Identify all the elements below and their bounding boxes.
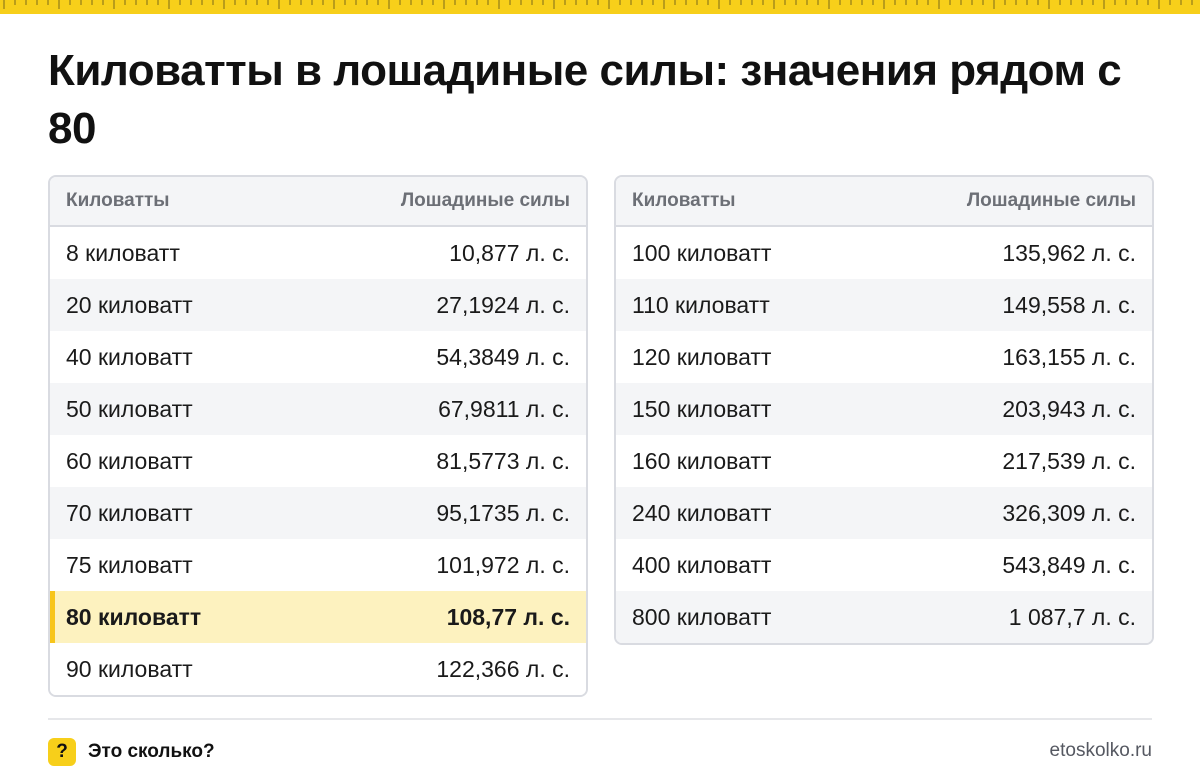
horsepower-cell: 54,3849 л. с. [436, 343, 570, 370]
kilowatt-cell: 40 киловатт [66, 343, 193, 370]
kilowatt-cell: 8 киловатт [66, 239, 180, 266]
horsepower-cell: 217,539 л. с. [1002, 447, 1136, 474]
table-header: Киловатты Лошадиные силы [616, 177, 1152, 227]
table-row: 40 киловатт 54,3849 л. с. [50, 331, 586, 383]
brand-name: Это сколько? [88, 741, 215, 762]
footer-divider [48, 718, 1152, 720]
header-horsepower: Лошадиные силы [966, 190, 1136, 211]
kilowatt-cell: 400 киловатт [632, 551, 772, 578]
conversion-table-right: Киловатты Лошадиные силы 100 киловатт 13… [614, 175, 1154, 645]
kilowatt-cell: 160 киловатт [632, 447, 772, 474]
table-row: 160 киловатт 217,539 л. с. [616, 435, 1152, 487]
site-link[interactable]: etoskolko.ru [1050, 740, 1152, 762]
horsepower-cell: 543,849 л. с. [1002, 551, 1136, 578]
ruler-ticks [3, 0, 1193, 9]
kilowatt-cell: 90 киловатт [66, 655, 193, 682]
horsepower-cell: 81,5773 л. с. [436, 447, 570, 474]
horsepower-cell: 149,558 л. с. [1002, 291, 1136, 318]
table-row: 110 киловатт 149,558 л. с. [616, 279, 1152, 331]
horsepower-cell: 10,877 л. с. [449, 239, 570, 266]
highlighted-row: 80 киловатт 108,77 л. с. [50, 591, 586, 643]
kilowatt-cell: 800 киловатт [632, 603, 772, 630]
header-kilowatts: Киловатты [66, 190, 170, 211]
table-row: 800 киловатт 1 087,7 л. с. [616, 591, 1152, 643]
kilowatt-cell: 70 киловатт [66, 499, 193, 526]
table-body: 100 киловатт 135,962 л. с. 110 киловатт … [616, 227, 1152, 643]
table-header: Киловатты Лошадиные силы [50, 177, 586, 227]
horsepower-cell: 135,962 л. с. [1002, 239, 1136, 266]
table-row: 50 киловатт 67,9811 л. с. [50, 383, 586, 435]
table-row: 75 киловатт 101,972 л. с. [50, 539, 586, 591]
kilowatt-cell: 50 киловатт [66, 395, 193, 422]
kilowatt-cell: 75 киловатт [66, 551, 193, 578]
table-row: 90 киловатт 122,366 л. с. [50, 643, 586, 695]
brand[interactable]: ? Это сколько? [48, 738, 215, 766]
horsepower-cell: 163,155 л. с. [1002, 343, 1136, 370]
kilowatt-cell: 20 киловатт [66, 291, 193, 318]
page-title: Киловатты в лошадиные силы: значения ряд… [48, 46, 1122, 153]
table-row: 8 киловатт 10,877 л. с. [50, 227, 586, 279]
header-kilowatts: Киловатты [632, 190, 736, 211]
table-row: 60 киловатт 81,5773 л. с. [50, 435, 586, 487]
kilowatt-cell: 100 киловатт [632, 239, 772, 266]
table-row: 150 киловатт 203,943 л. с. [616, 383, 1152, 435]
header-horsepower: Лошадиные силы [400, 190, 570, 211]
horsepower-cell: 108,77 л. с. [446, 603, 570, 630]
horsepower-cell: 326,309 л. с. [1002, 499, 1136, 526]
horsepower-cell: 122,366 л. с. [436, 655, 570, 682]
table-body: 8 киловатт 10,877 л. с. 20 киловатт 27,1… [50, 227, 586, 695]
table-row: 20 киловатт 27,1924 л. с. [50, 279, 586, 331]
ruler-strip [0, 0, 1200, 14]
table-row: 70 киловатт 95,1735 л. с. [50, 487, 586, 539]
horsepower-cell: 67,9811 л. с. [438, 395, 570, 422]
horsepower-cell: 95,1735 л. с. [436, 499, 570, 526]
horsepower-cell: 27,1924 л. с. [436, 291, 570, 318]
table-row: 400 киловатт 543,849 л. с. [616, 539, 1152, 591]
table-row: 100 киловатт 135,962 л. с. [616, 227, 1152, 279]
table-row: 120 киловатт 163,155 л. с. [616, 331, 1152, 383]
question-mark-icon: ? [48, 738, 76, 766]
horsepower-cell: 1 087,7 л. с. [1008, 603, 1136, 630]
horsepower-cell: 203,943 л. с. [1002, 395, 1136, 422]
conversion-table-left: Киловатты Лошадиные силы 8 киловатт 10,8… [48, 175, 588, 697]
table-row: 240 киловатт 326,309 л. с. [616, 487, 1152, 539]
kilowatt-cell: 150 киловатт [632, 395, 772, 422]
kilowatt-cell: 120 киловатт [632, 343, 772, 370]
kilowatt-cell: 240 киловатт [632, 499, 772, 526]
kilowatt-cell: 80 киловатт [66, 603, 202, 630]
kilowatt-cell: 110 киловатт [632, 291, 770, 318]
kilowatt-cell: 60 киловатт [66, 447, 193, 474]
horsepower-cell: 101,972 л. с. [436, 551, 570, 578]
